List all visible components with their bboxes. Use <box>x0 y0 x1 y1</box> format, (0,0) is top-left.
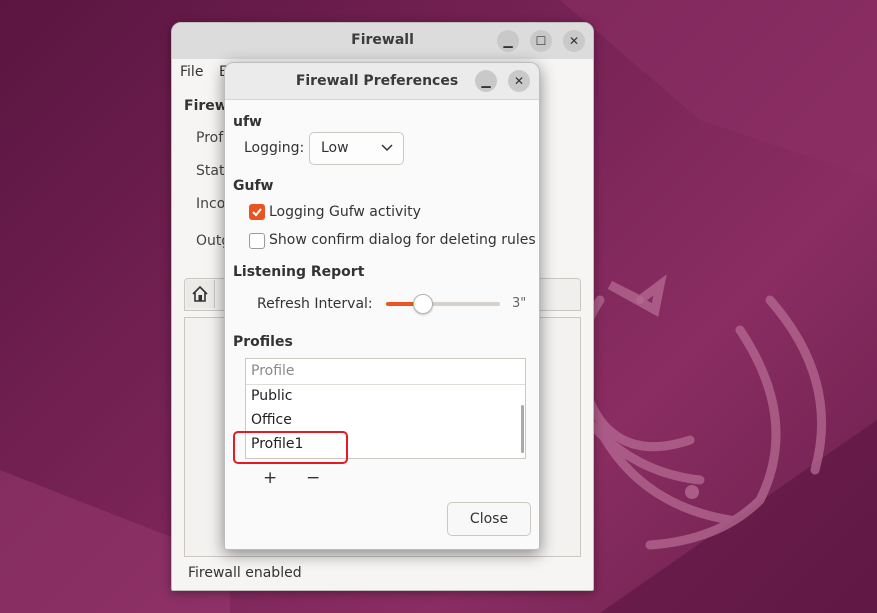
confirm-delete-checkbox[interactable] <box>249 233 265 249</box>
minimize-icon[interactable]: ▁ <box>497 30 519 52</box>
incoming-row-label: Inco <box>196 196 226 212</box>
annotation-highlight-box <box>233 431 348 464</box>
home-icon <box>192 285 208 302</box>
ufw-section-title: ufw <box>233 114 262 130</box>
gufw-section-title: Gufw <box>233 178 274 194</box>
refresh-slider-knob[interactable] <box>413 294 433 314</box>
close-button[interactable]: Close <box>447 502 531 536</box>
refresh-interval-value: 3" <box>512 296 527 311</box>
logging-gufw-label: Logging Gufw activity <box>269 204 421 220</box>
profile-row[interactable]: Office <box>251 412 292 428</box>
checkmark-icon <box>252 208 262 217</box>
main-titlebar[interactable]: Firewall ▁ ☐ ✕ <box>172 23 593 60</box>
profile-row-label: Prof <box>196 130 224 146</box>
confirm-delete-label: Show confirm dialog for deleting rules <box>269 232 536 248</box>
logging-level-value: Low <box>321 140 349 156</box>
profiles-scrollbar[interactable] <box>521 405 524 453</box>
home-tab[interactable] <box>186 280 215 308</box>
logging-level-select[interactable]: Low <box>309 132 404 165</box>
preferences-titlebar[interactable]: Firewall Preferences ▁ ✕ <box>225 63 539 100</box>
profile-row[interactable]: Public <box>251 388 292 404</box>
maximize-icon[interactable]: ☐ <box>530 30 552 52</box>
add-profile-button[interactable]: + <box>263 468 277 488</box>
logging-gufw-checkbox[interactable] <box>249 204 265 220</box>
logging-label: Logging: <box>244 140 305 156</box>
firewall-preferences-dialog: Firewall Preferences ▁ ✕ ufw Logging: Lo… <box>224 62 540 550</box>
chevron-down-icon <box>381 144 393 152</box>
status-row-label: Stat <box>196 163 225 179</box>
refresh-interval-label: Refresh Interval: <box>257 296 373 312</box>
refresh-slider-track[interactable] <box>424 302 500 306</box>
profiles-section-title: Profiles <box>233 334 293 350</box>
remove-profile-button[interactable]: − <box>306 468 320 488</box>
close-icon[interactable]: ✕ <box>508 70 530 92</box>
profile-column-header[interactable]: Profile <box>246 359 525 385</box>
listening-report-title: Listening Report <box>233 264 365 280</box>
status-bar-text: Firewall enabled <box>188 565 302 581</box>
profile-column-label: Profile <box>251 363 295 379</box>
close-icon[interactable]: ✕ <box>563 30 585 52</box>
minimize-icon[interactable]: ▁ <box>475 70 497 92</box>
menu-file[interactable]: File <box>180 64 203 80</box>
